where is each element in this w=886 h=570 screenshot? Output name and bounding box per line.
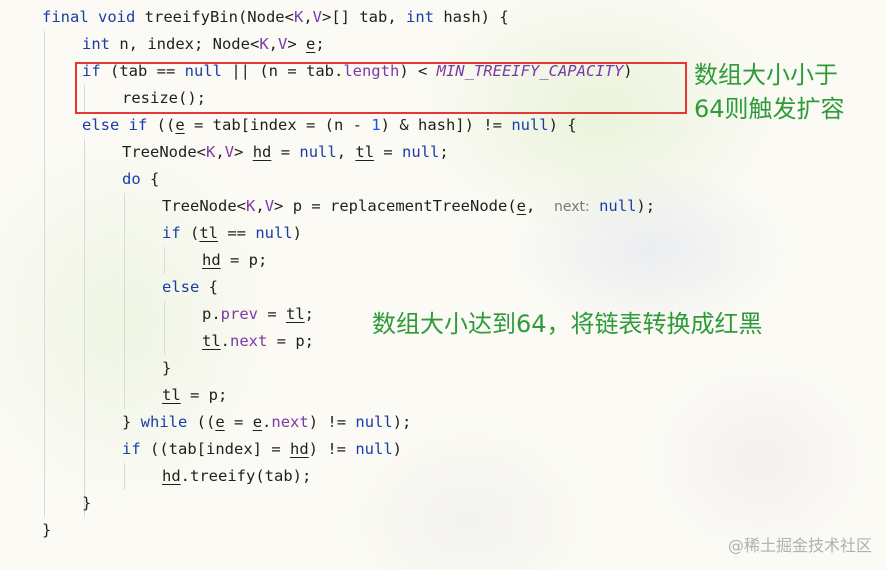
code-line: tl.next = p; bbox=[202, 332, 315, 350]
code-line: TreeNode<K,V> p = replacementTreeNode(e,… bbox=[162, 197, 656, 215]
indent-guide bbox=[84, 139, 85, 517]
code-line: } bbox=[82, 494, 92, 512]
code-line: else if ((e = tab[index = (n - 1) & hash… bbox=[82, 116, 577, 134]
indent-guide bbox=[124, 193, 125, 409]
code-line: if (tl == null) bbox=[162, 224, 303, 242]
code-line: else { bbox=[162, 278, 219, 296]
capacity-note-line2: 64则触发扩容 bbox=[694, 95, 845, 123]
code-line: p.prev = tl; bbox=[202, 305, 315, 323]
indent-guide bbox=[124, 463, 125, 490]
code-line: } bbox=[42, 521, 52, 539]
highlight-box bbox=[75, 62, 687, 114]
indent-guide bbox=[164, 247, 165, 274]
code-line: TreeNode<K,V> hd = null, tl = null; bbox=[122, 143, 449, 161]
code-line: do { bbox=[122, 170, 160, 188]
code-line: } while ((e = e.next) != null); bbox=[122, 413, 412, 431]
indent-guide bbox=[164, 301, 165, 355]
watermark: @稀土掘金技术社区 bbox=[727, 536, 872, 555]
code-line: int n, index; Node<K,V> e; bbox=[82, 35, 325, 53]
code-line: hd.treeify(tab); bbox=[162, 467, 312, 485]
parameter-hint: next: bbox=[554, 199, 590, 215]
code-line: tl = p; bbox=[162, 386, 228, 404]
indent-guide bbox=[44, 31, 45, 517]
code-line: if ((tab[index] = hd) != null) bbox=[122, 440, 402, 458]
code-line: hd = p; bbox=[202, 251, 268, 269]
capacity-note-line1: 数组大小小于 bbox=[694, 61, 838, 89]
code-line: } bbox=[162, 359, 172, 377]
code-line: final void treeifyBin(Node<K,V>[] tab, i… bbox=[42, 8, 509, 26]
treeify-note: 数组大小达到64，将链表转换成红黑 bbox=[372, 310, 763, 338]
